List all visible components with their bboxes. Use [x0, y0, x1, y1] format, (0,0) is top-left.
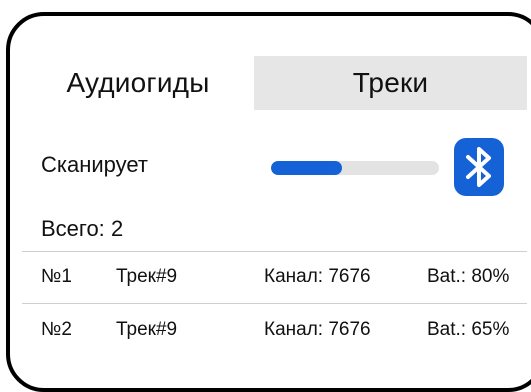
list-item[interactable]: №2 Трек#9 Канал: 7676 Bat.: 65% — [0, 310, 531, 350]
tab-audioguides[interactable]: Аудиогиды — [22, 56, 254, 110]
device-channel: Канал: 7676 — [264, 319, 371, 340]
tab-audioguides-label: Аудиогиды — [66, 67, 210, 98]
tab-tracks[interactable]: Треки — [254, 56, 527, 110]
total-value: 2 — [110, 216, 124, 241]
total-count: Всего: 2 — [41, 216, 123, 242]
device-number: №1 — [41, 266, 72, 287]
device-battery: Bat.: 80% — [427, 266, 510, 287]
divider — [22, 251, 527, 252]
scan-progress-bar — [271, 161, 439, 175]
device-name: Трек#9 — [116, 319, 178, 340]
device-battery: Bat.: 65% — [427, 319, 510, 340]
tab-bar: Аудиогиды Треки — [22, 56, 527, 110]
device-channel: Канал: 7676 — [264, 266, 371, 287]
bluetooth-icon[interactable] — [454, 138, 504, 196]
tab-tracks-label: Треки — [352, 67, 429, 98]
scan-progress-fill — [271, 161, 342, 175]
device-name: Трек#9 — [116, 266, 178, 287]
scan-status-label: Сканирует — [41, 152, 148, 177]
list-item[interactable]: №1 Трек#9 Канал: 7676 Bat.: 80% — [0, 257, 531, 297]
total-label: Всего: — [41, 216, 105, 241]
device-number: №2 — [41, 319, 72, 340]
divider — [22, 303, 527, 304]
